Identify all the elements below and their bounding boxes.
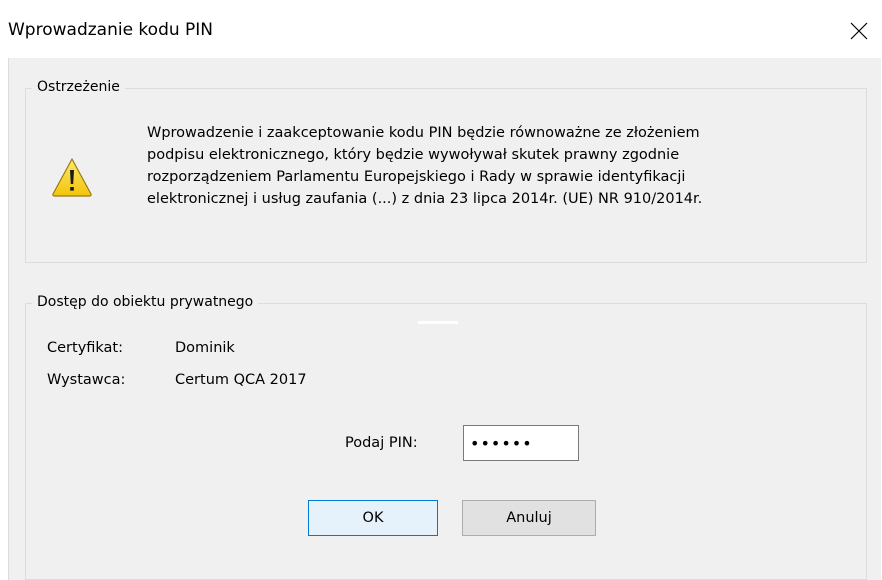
focus-artifact <box>418 321 458 324</box>
warning-line: podpisu elektronicznego, który będzie wy… <box>147 147 680 163</box>
private-object-access-group: Dostęp do obiektu prywatnego Certyfikat:… <box>25 294 867 580</box>
title-bar[interactable]: Wprowadzanie kodu PIN <box>0 0 882 58</box>
issuer-label: Wystawca: <box>47 372 126 388</box>
warning-line: rozporządzeniem Parlamentu Europejskiego… <box>147 169 686 185</box>
access-group-title: Dostęp do obiektu prywatnego <box>32 294 259 310</box>
close-icon <box>850 22 868 40</box>
warning-icon <box>52 158 92 197</box>
issuer-value: Certum QCA 2017 <box>175 372 307 388</box>
warning-group-title: Ostrzeżenie <box>32 79 125 95</box>
dialog-body: Ostrzeżenie Wprowadzenie i zaakceptowani… <box>8 58 881 580</box>
cancel-button[interactable]: Anuluj <box>462 500 596 536</box>
warning-line: Wprowadzenie i zaakceptowanie kodu PIN b… <box>147 125 700 141</box>
pin-dialog: Wprowadzanie kodu PIN Ostrzeżenie Wprowa… <box>0 0 882 580</box>
warning-message: Wprowadzenie i zaakceptowanie kodu PIN b… <box>147 122 847 210</box>
warning-group: Ostrzeżenie Wprowadzenie i zaakceptowani… <box>25 79 867 263</box>
certificate-label: Certyfikat: <box>47 340 124 356</box>
pin-label: Podaj PIN: <box>345 435 418 451</box>
ok-button[interactable]: OK <box>308 500 438 536</box>
window-title: Wprowadzanie kodu PIN <box>8 20 214 40</box>
warning-line: elektronicznej i usług zaufania (...) z … <box>147 191 703 207</box>
pin-input[interactable] <box>463 425 579 461</box>
certificate-value: Dominik <box>175 340 235 356</box>
close-button[interactable] <box>836 8 882 54</box>
